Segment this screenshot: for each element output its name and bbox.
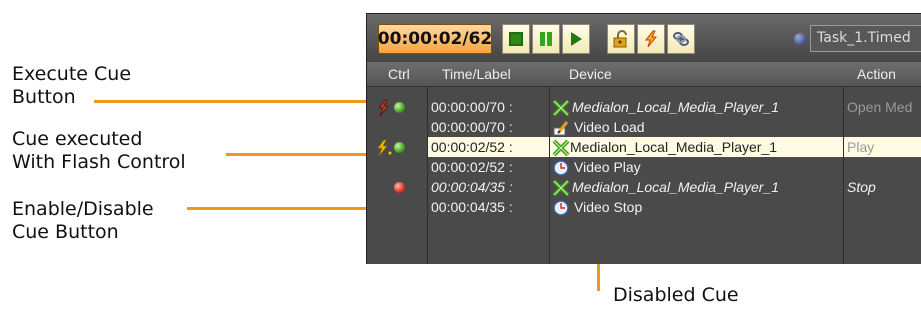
flash-button[interactable]	[637, 24, 665, 54]
cue-device: Medialon_Local_Media_Player_1	[572, 179, 780, 195]
cue-time: 00:00:02/52 :	[431, 139, 513, 155]
annotation-line: Button	[12, 86, 76, 108]
annotation-line: Cue executed	[12, 128, 143, 150]
lock-button[interactable]	[607, 24, 635, 54]
cue-device: Medialon_Local_Media_Player_1	[572, 99, 780, 115]
cue-row[interactable]: 00:00:02/52 : Video Play	[367, 157, 921, 177]
annotation-line: With Flash Control	[12, 151, 186, 173]
column-separator	[427, 87, 428, 264]
annotation-cue-executed: Cue executed With Flash Control	[12, 128, 186, 174]
cue-device: Medialon_Local_Media_Player_1	[570, 139, 778, 155]
cue-disabled-toggle[interactable]	[394, 182, 405, 193]
column-separator	[843, 87, 844, 264]
leader-line-flash	[226, 153, 374, 156]
pause-button[interactable]	[532, 24, 560, 54]
cue-row[interactable]: 00:00:04/35 : Video Stop	[367, 197, 921, 217]
stop-button[interactable]	[502, 24, 530, 54]
play-button[interactable]	[562, 24, 590, 54]
link-button[interactable]	[667, 24, 695, 54]
task-status-icon	[794, 33, 806, 45]
cue-row[interactable]: 00:00:00/70 : Medialon_Local_Media_Playe…	[367, 97, 921, 117]
cue-action: Play	[847, 139, 875, 155]
cue-action: Stop	[847, 179, 876, 195]
column-separator	[549, 87, 550, 264]
cue-label: Video Stop	[574, 199, 643, 215]
column-device[interactable]: Device	[569, 66, 612, 82]
cue-enabled-toggle[interactable]	[394, 142, 405, 153]
annotation-line: Execute Cue	[12, 63, 132, 85]
cue-time: 00:00:04/35 :	[431, 199, 513, 215]
cue-time: 00:00:00/70 :	[431, 99, 513, 115]
cue-label: Video Play	[574, 159, 641, 175]
annotation-line: Cue Button	[12, 221, 119, 243]
cue-row-disabled[interactable]: 00:00:04/35 : Medialon_Local_Media_Playe…	[367, 177, 921, 197]
cue-time: 00:00:02/52 :	[431, 159, 513, 175]
clock-stop-icon	[552, 199, 570, 220]
cue-label: Video Load	[574, 119, 645, 135]
cue-row-selected[interactable]: 00:00:02/52 : Medialon_Local_Media_Playe…	[367, 137, 921, 157]
column-ctrl[interactable]: Ctrl	[388, 66, 410, 82]
cue-row[interactable]: 00:00:00/70 : Video Load	[367, 117, 921, 137]
annotation-line: Enable/Disable	[12, 198, 154, 220]
task-selector[interactable]: Task_1.Timed	[810, 25, 921, 52]
column-header: Ctrl Time/Label Device Action	[367, 62, 921, 87]
column-time-label[interactable]: Time/Label	[442, 66, 511, 82]
leader-line-execute	[94, 100, 374, 103]
cue-time: 00:00:00/70 :	[431, 119, 513, 135]
cue-list-window: 00:00:02/62 Task_1.Timed Ctrl Time/Label…	[366, 13, 921, 264]
toolbar: 00:00:02/62 Task_1.Timed	[367, 14, 921, 62]
timecode-display: 00:00:02/62	[378, 24, 492, 54]
cue-action: Open Med	[847, 99, 913, 115]
annotation-enable-disable: Enable/Disable Cue Button	[12, 198, 154, 244]
column-action[interactable]: Action	[857, 66, 896, 82]
cue-time: 00:00:04/35 :	[431, 179, 513, 195]
annotation-disabled-cue: Disabled Cue	[613, 284, 739, 306]
cue-enabled-toggle[interactable]	[394, 102, 405, 113]
